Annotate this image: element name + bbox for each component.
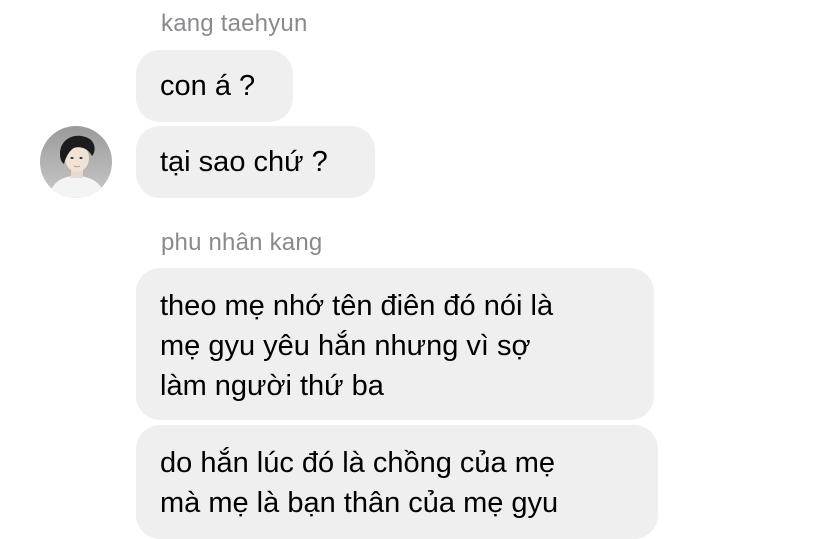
message-text: tại sao chứ ?: [160, 146, 328, 178]
message-text: con á ?: [160, 70, 256, 102]
message-text-line: mẹ gyu yêu hắn nhưng vì sợ: [160, 330, 531, 362]
message-text-line: làm người thứ ba: [160, 370, 384, 402]
message-bubble[interactable]: tại sao chứ ?: [136, 126, 375, 198]
message-bubble[interactable]: con á ?: [136, 50, 293, 122]
message-text-line: do hắn lúc đó là chồng của mẹ: [160, 447, 555, 479]
message-bubble[interactable]: do hắn lúc đó là chồng của mẹ mà mẹ là b…: [136, 425, 658, 539]
avatar[interactable]: [40, 126, 112, 198]
message-text-line: mà mẹ là bạn thân của mẹ gyu: [160, 487, 559, 519]
sender-name: phu nhân kang: [161, 229, 323, 256]
profile-photo-icon: [40, 126, 112, 198]
message-bubble[interactable]: theo mẹ nhớ tên điên đó nói là mẹ gyu yê…: [136, 268, 654, 420]
message-text-line: theo mẹ nhớ tên điên đó nói là: [160, 290, 554, 322]
sender-name: kang taehyun: [161, 10, 308, 37]
